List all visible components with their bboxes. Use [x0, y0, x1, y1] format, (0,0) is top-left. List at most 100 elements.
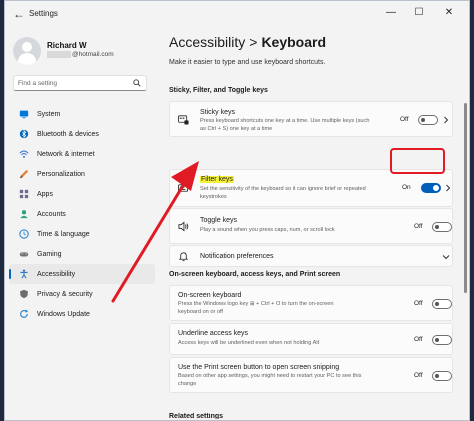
notification-preferences-title: Notification preferences — [200, 253, 274, 260]
toggle-knob — [435, 338, 439, 342]
sticky-keys-toggle[interactable] — [418, 115, 438, 125]
user-email: @hotmail.com — [47, 51, 114, 58]
network-icon — [19, 150, 29, 158]
email-redaction — [47, 51, 71, 58]
toggle-knob — [433, 185, 439, 191]
monitor-icon — [19, 110, 29, 119]
sidebar-item-label: Gaming — [37, 250, 62, 258]
search-box[interactable] — [13, 75, 147, 91]
sticky-keys-description: Press keyboard shortcuts one key at a ti… — [200, 118, 370, 132]
back-arrow-icon[interactable]: ← — [13, 7, 25, 21]
sidebar-item-time-language[interactable]: Time & language — [9, 224, 155, 244]
settings-window: ← Settings — ☐ ✕ Richard W @hotmail.com … — [4, 0, 470, 421]
search-icon[interactable] — [133, 79, 141, 87]
chevron-right-icon[interactable] — [444, 184, 452, 192]
onscreen-keyboard-toggle[interactable] — [432, 299, 452, 309]
underline-access-keys-card[interactable]: Underline access keys Access keys will b… — [169, 323, 453, 355]
sidebar-item-apps[interactable]: Apps — [9, 184, 155, 204]
sidebar: Richard W @hotmail.com System Bluetooth &… — [5, 27, 155, 420]
toggle-keys-toggle[interactable] — [432, 222, 452, 232]
scrollbar[interactable] — [464, 103, 467, 293]
onscreen-keyboard-description: Press the Windows logo key ⊞ + Ctrl + O … — [178, 301, 334, 315]
sidebar-nav: System Bluetooth & devices Network & inter… — [9, 104, 155, 324]
maximize-button[interactable]: ☐ — [411, 5, 427, 21]
bell-icon — [178, 252, 189, 262]
print-screen-state: Off — [414, 372, 423, 379]
sidebar-item-personalization[interactable]: Personalization — [9, 164, 155, 184]
sticky-keys-title: Sticky keys — [200, 109, 236, 116]
sidebar-item-bluetooth-devices[interactable]: Bluetooth & devices — [9, 124, 155, 144]
sticky-keys-card[interactable]: Sticky keys Press keyboard shortcuts one… — [169, 101, 453, 137]
chevron-right-icon[interactable] — [442, 116, 450, 124]
onscreen-keyboard-card[interactable]: On-screen keyboard Press the Windows log… — [169, 285, 453, 321]
toggle-keys-description: Play a sound when you press caps, num, o… — [200, 227, 335, 233]
speaker-icon — [178, 221, 189, 232]
search-input[interactable] — [18, 78, 128, 89]
chevron-down-icon[interactable] — [442, 253, 450, 261]
underline-access-keys-state: Off — [414, 336, 423, 343]
minimize-button[interactable]: — — [383, 5, 399, 21]
print-screen-title: Use the Print screen button to open scre… — [178, 364, 340, 371]
gamepad-icon — [19, 252, 29, 257]
user-email-suffix: @hotmail.com — [72, 51, 114, 59]
avatar[interactable] — [13, 37, 41, 65]
avatar-head — [22, 42, 32, 52]
print-screen-description: Based on other app settings, you might n… — [178, 373, 362, 387]
sidebar-item-label: Bluetooth & devices — [37, 130, 99, 138]
app-title: Settings — [29, 9, 58, 18]
page-title: Accessibility > Keyboard — [169, 34, 326, 50]
onscreen-keyboard-title: On-screen keyboard — [178, 292, 242, 299]
breadcrumb-parent[interactable]: Accessibility — [169, 34, 245, 50]
annotation-highlight-box — [390, 148, 445, 174]
section-heading-related-settings: Related settings — [169, 413, 224, 419]
onscreen-keyboard-state: Off — [414, 300, 423, 307]
sidebar-item-label: Privacy & security — [37, 290, 93, 298]
filter-keys-title-highlight: Filter keys — [200, 176, 234, 183]
sidebar-item-label: Accounts — [37, 210, 66, 218]
print-screen-toggle[interactable] — [432, 371, 452, 381]
sidebar-item-label: Personalization — [37, 170, 85, 178]
toggle-keys-title: Toggle keys — [200, 217, 237, 224]
bluetooth-icon — [19, 129, 29, 139]
notification-preferences-card[interactable]: Notification preferences — [169, 245, 453, 267]
filter-keys-toggle[interactable] — [421, 183, 441, 193]
toggle-knob — [421, 118, 425, 122]
sidebar-item-accessibility[interactable]: Accessibility — [9, 264, 155, 284]
sidebar-item-label: Apps — [37, 190, 53, 198]
print-screen-card[interactable]: Use the Print screen button to open scre… — [169, 357, 453, 393]
sidebar-item-network-internet[interactable]: Network & internet — [9, 144, 155, 164]
toggle-knob — [435, 374, 439, 378]
sidebar-item-label: System — [37, 110, 61, 118]
title-bar: ← Settings — ☐ ✕ — [5, 1, 469, 27]
apps-icon — [19, 189, 29, 199]
sidebar-item-privacy-security[interactable]: Privacy & security — [9, 284, 155, 304]
user-name: Richard W — [47, 41, 87, 50]
sidebar-item-system[interactable]: System — [9, 104, 155, 124]
sidebar-item-label: Windows Update — [37, 310, 90, 318]
filter-keys-description: Set the sensitivity of the keyboard so i… — [200, 186, 366, 200]
sidebar-item-label: Time & language — [37, 230, 90, 238]
close-button[interactable]: ✕ — [441, 5, 457, 21]
section-heading-sticky-filter-toggle: Sticky, Filter, and Toggle keys — [169, 87, 268, 94]
filter-keys-title: Filter keys — [200, 176, 234, 183]
toggle-knob — [435, 225, 439, 229]
sidebar-item-label: Network & internet — [37, 150, 95, 158]
sidebar-item-label: Accessibility — [37, 270, 76, 278]
underline-access-keys-title: Underline access keys — [178, 330, 249, 337]
section-heading-onscreen-keyboard: On-screen keyboard, access keys, and Pri… — [169, 271, 341, 278]
sidebar-item-accounts[interactable]: Accounts — [9, 204, 155, 224]
shield-icon — [20, 289, 28, 299]
underline-access-keys-description: Access keys will be underlined even when… — [178, 340, 320, 346]
sticky-keys-state: Off — [400, 116, 409, 123]
filter-keys-state: On — [402, 184, 411, 191]
toggle-knob — [435, 302, 439, 306]
sidebar-item-windows-update[interactable]: Windows Update — [9, 304, 155, 324]
main-content: Accessibility > Keyboard Make it easier to… — [155, 27, 469, 420]
toggle-keys-state: Off — [414, 223, 423, 230]
underline-access-keys-toggle[interactable] — [432, 335, 452, 345]
breadcrumb-separator: > — [249, 34, 258, 50]
filter-keys-card[interactable]: Filter keys Set the sensitivity of the k… — [169, 169, 453, 207]
toggle-keys-card[interactable]: Toggle keys Play a sound when you press … — [169, 208, 453, 244]
sidebar-item-gaming[interactable]: Gaming — [9, 244, 155, 264]
brush-icon — [19, 169, 29, 179]
